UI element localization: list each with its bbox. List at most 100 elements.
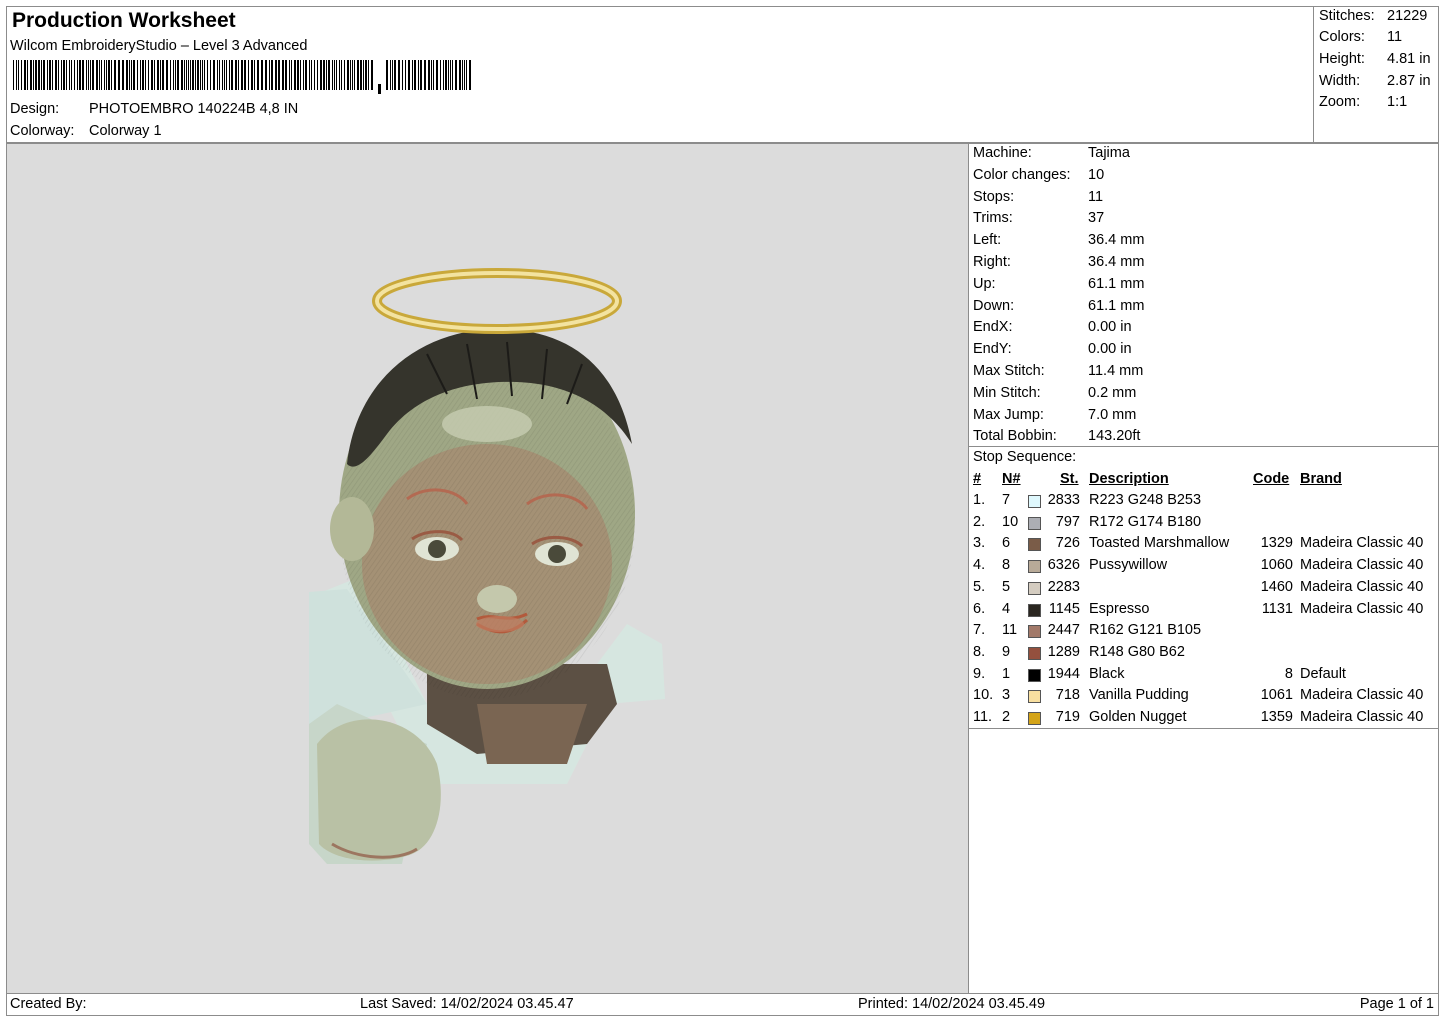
colorway-row: Colorway: Colorway 1	[10, 123, 162, 139]
stat-label: Colors:	[1319, 29, 1365, 45]
row-needle: 8	[1002, 557, 1011, 574]
row-index: 7.	[973, 622, 986, 639]
info-value: 61.1 mm	[1088, 297, 1145, 314]
machine-info-panel: Machine: Tajima Color changes: 10 Stops: 11 Tr…	[968, 143, 1439, 447]
row-code: 1460	[1260, 578, 1293, 595]
row-description: R162 G121 B105	[1089, 622, 1202, 639]
machine-info-row: Stops: 11	[973, 189, 1103, 205]
row-code: 1131	[1261, 600, 1293, 617]
info-label: EndY:	[973, 341, 1012, 358]
colorway-label: Colorway:	[10, 123, 75, 139]
col-header-description: Description	[1089, 471, 1169, 487]
thread-color-swatch	[1028, 646, 1041, 660]
info-label: Left:	[973, 232, 1002, 249]
row-needle: 3	[1002, 687, 1011, 704]
stat-label: Zoom:	[1319, 94, 1361, 110]
info-label: Down:	[973, 297, 1015, 314]
machine-info-row: Total Bobbin: 143.20ft	[973, 428, 1140, 444]
row-index: 3.	[973, 535, 986, 552]
design-label: Design:	[10, 101, 60, 117]
stat-label: Stitches:	[1319, 8, 1375, 24]
thread-color-swatch	[1028, 690, 1041, 704]
stat-row: Colors: 11	[1319, 29, 1402, 45]
row-index: 10.	[973, 687, 994, 704]
info-value: 11	[1088, 188, 1104, 205]
row-brand: Default	[1300, 665, 1346, 682]
row-index: 4.	[973, 557, 986, 574]
row-description: R223 G248 B253	[1089, 492, 1202, 508]
last-saved: Last Saved: 14/02/2024 03.45.47	[360, 996, 574, 1012]
row-brand: Madeira Classic 40	[1300, 578, 1424, 595]
created-by: Created By:	[10, 996, 87, 1012]
stat-label: Height:	[1319, 51, 1365, 67]
info-value: 36.4 mm	[1088, 254, 1145, 270]
thread-color-swatch	[1028, 516, 1041, 530]
thread-color-swatch	[1028, 495, 1041, 508]
col-header-code: Code	[1253, 471, 1290, 487]
row-brand: Madeira Classic 40	[1300, 600, 1424, 617]
row-needle: 1	[1002, 665, 1011, 682]
machine-info-row: Color changes: 10	[973, 167, 1104, 183]
worksheet-header: Production Worksheet Wilcom EmbroiderySt…	[6, 6, 1439, 143]
row-stitches: 718	[1055, 687, 1080, 704]
stat-value: 1:1	[1387, 94, 1408, 110]
thread-color-swatch	[1028, 712, 1041, 725]
thread-color-swatch	[1028, 538, 1041, 552]
info-value: 10	[1088, 166, 1105, 183]
info-value: 36.4 mm	[1088, 232, 1145, 249]
row-description: Pussywillow	[1089, 557, 1168, 574]
info-value: 7.0 mm	[1088, 406, 1137, 423]
row-needle: 11	[1002, 622, 1018, 639]
row-brand: Madeira Classic 40	[1300, 557, 1424, 574]
info-label: Max Jump:	[973, 406, 1044, 423]
row-stitches: 726	[1055, 535, 1080, 552]
info-label: EndX:	[973, 319, 1013, 336]
machine-info-row: EndX: 0.00 in	[973, 319, 1132, 335]
thread-color-swatch	[1028, 560, 1041, 574]
info-value: 61.1 mm	[1088, 275, 1145, 292]
row-description: Espresso	[1089, 600, 1150, 617]
row-description: Vanilla Pudding	[1089, 687, 1189, 704]
info-label: Stops:	[973, 188, 1015, 205]
col-header-index: #	[973, 471, 982, 487]
row-brand: Madeira Classic 40	[1300, 687, 1424, 704]
machine-info-row: Right: 36.4 mm	[973, 254, 1144, 270]
row-description: R148 G80 B62	[1089, 643, 1185, 660]
row-needle: 7	[1002, 492, 1011, 508]
row-stitches: 6326	[1047, 557, 1080, 574]
col-header-brand: Brand	[1300, 471, 1342, 487]
stat-value: 11	[1387, 29, 1403, 45]
row-index: 6.	[973, 600, 986, 617]
stat-row: Zoom: 1:1	[1319, 94, 1407, 110]
row-needle: 4	[1002, 600, 1011, 617]
machine-info-row: Trims: 37	[973, 210, 1104, 226]
embroidery-baby-image	[309, 268, 665, 864]
thread-color-swatch	[1028, 603, 1041, 617]
row-needle: 6	[1002, 535, 1011, 552]
info-value: 0.00 in	[1088, 341, 1132, 358]
machine-info-row: Machine: Tajima	[973, 145, 1130, 161]
machine-info-row: Max Stitch: 11.4 mm	[973, 363, 1143, 379]
stop-sequence-title: Stop Sequence:	[973, 449, 1077, 465]
row-stitches: 2447	[1047, 622, 1080, 639]
machine-info-row: Down: 61.1 mm	[973, 298, 1144, 314]
row-index: 2.	[973, 513, 986, 530]
row-index: 11.	[973, 709, 993, 725]
stat-value: 2.87 in	[1387, 73, 1431, 89]
machine-info-row: EndY: 0.00 in	[973, 341, 1132, 357]
barcode-image	[13, 60, 471, 94]
machine-info-row: Min Stitch: 0.2 mm	[973, 385, 1136, 401]
row-description: Toasted Marshmallow	[1089, 535, 1230, 552]
row-brand: Madeira Classic 40	[1300, 709, 1424, 725]
design-stats: Stitches: 21229 Colors: 11 Height: 4.81 in …	[1313, 6, 1439, 143]
row-code: 1359	[1260, 709, 1293, 725]
printed-date: Printed: 14/02/2024 03.45.49	[858, 996, 1046, 1012]
col-header-stitches: St.	[1060, 471, 1079, 487]
stat-label: Width:	[1319, 73, 1361, 89]
stat-row: Height: 4.81 in	[1319, 51, 1431, 67]
info-label: Total Bobbin:	[973, 428, 1057, 445]
row-needle: 5	[1002, 578, 1011, 595]
row-index: 5.	[973, 578, 986, 595]
info-label: Color changes:	[973, 166, 1071, 183]
design-value: PHOTOEMBRO 140224B 4,8 IN	[89, 101, 299, 117]
